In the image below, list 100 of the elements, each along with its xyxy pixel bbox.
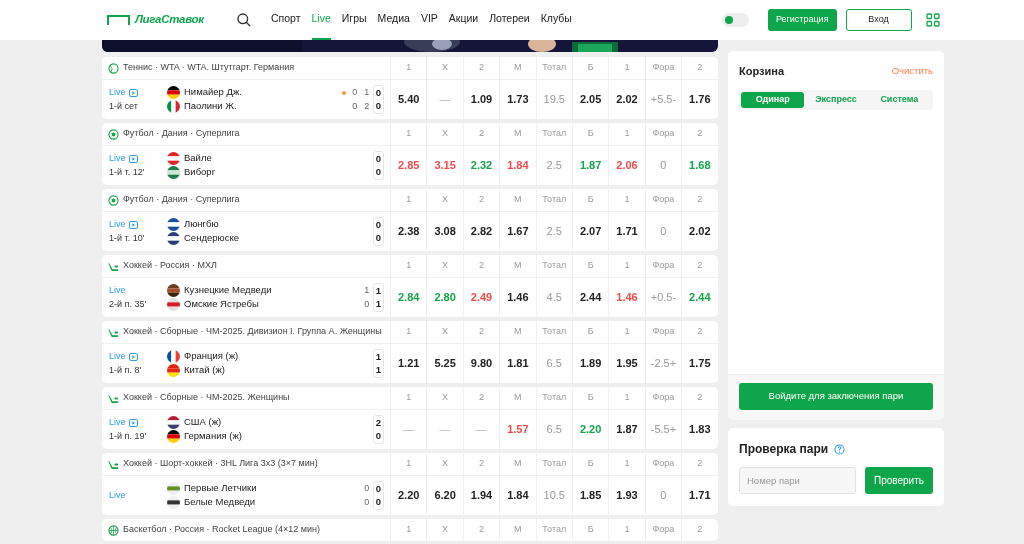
odds-cell[interactable]: 2.80 [426,278,463,317]
odds-cell[interactable]: 0 [644,146,682,185]
nav-link[interactable]: Клубы [540,0,572,40]
odds-cell[interactable]: 1.71 [608,212,645,251]
odds-cell[interactable]: 1.89 [571,344,609,383]
odds-cell[interactable]: — [426,80,463,119]
odds-cell[interactable]: 1.83 [681,410,718,449]
live-label[interactable]: Live [109,416,126,430]
odds-cell[interactable]: 2.44 [681,278,718,317]
odds-cell[interactable]: 1.46 [608,278,645,317]
odds-cell[interactable]: 2.38 [390,212,427,251]
bet-type-tab[interactable]: Одинар [741,91,805,108]
odds-cell[interactable]: 0 [644,476,682,515]
column-header: М [499,57,536,79]
odds-cell[interactable]: +5.5- [644,80,682,119]
grid-menu-icon[interactable] [925,13,940,27]
odds-cell[interactable]: 2.5 [535,146,572,185]
column-header: 1 [390,189,427,211]
odds-cell[interactable]: 2.5 [535,212,572,251]
odds-cell[interactable]: 2.20 [571,410,609,449]
help-icon[interactable] [834,443,846,455]
nav-link[interactable]: VIP [420,0,438,40]
odds-cell[interactable]: 2.20 [390,476,427,515]
odds-cell[interactable]: 2.06 [608,146,645,185]
live-label[interactable]: Live [109,86,126,100]
nav-link[interactable]: Акции [448,0,479,40]
odds-cell[interactable]: 2.32 [462,146,500,185]
live-label[interactable]: Live [109,350,126,364]
check-button[interactable]: Проверить [865,467,933,494]
column-header: 1 [608,189,645,211]
odds-cell[interactable]: 19.5 [535,80,572,119]
live-label[interactable]: Live [109,218,126,232]
odds-cell[interactable]: 6.5 [535,410,572,449]
odds-cell[interactable]: -2.5+ [644,344,682,383]
odds-cell[interactable]: 6.5 [535,344,572,383]
odds-cell[interactable]: 4.5 [535,278,572,317]
video-icon[interactable] [128,418,138,427]
odds-cell[interactable]: 1.87 [608,410,645,449]
odds-cell[interactable]: 2.02 [608,80,645,119]
odds-cell[interactable]: 5.40 [390,80,427,119]
odds-cell[interactable]: 2.05 [571,80,609,119]
odds-cell[interactable]: 1.84 [499,476,536,515]
odds-cell[interactable]: 1.95 [608,344,645,383]
odds-cell[interactable]: 1.73 [499,80,536,119]
live-label[interactable]: Live [109,284,126,298]
bet-type-tab[interactable]: Система [867,91,931,108]
odds-cell[interactable]: 2.82 [462,212,500,251]
odds-cell[interactable]: 2.84 [390,278,427,317]
column-header: 2 [681,321,718,343]
odds-cell[interactable]: 2.44 [571,278,609,317]
odds-cell[interactable]: 0 [644,212,682,251]
video-icon[interactable] [128,88,138,97]
login-button[interactable]: Вход [845,9,912,31]
video-icon[interactable] [128,154,138,163]
nav-link[interactable]: Медиа [377,0,410,40]
odds-cell[interactable]: 1.84 [499,146,536,185]
odds-cell[interactable]: -5.5+ [644,410,682,449]
odds-cell[interactable]: 1.68 [681,146,718,185]
search-icon[interactable] [237,13,251,27]
live-label[interactable]: Live [109,152,126,166]
live-label[interactable]: Live [109,488,126,503]
odds-cell[interactable]: 1.94 [462,476,500,515]
odds-cell[interactable]: 1.75 [681,344,718,383]
clear-link[interactable]: Очистить [891,64,933,79]
odds-cell[interactable]: 1.87 [571,146,609,185]
odds-cell[interactable]: 3.15 [426,146,463,185]
odds-cell[interactable]: 2.02 [681,212,718,251]
odds-cell[interactable]: 1.76 [681,80,718,119]
odds-cell[interactable]: 1.81 [499,344,536,383]
odds-cell[interactable]: — [462,410,500,449]
odds-cell[interactable]: 2.49 [462,278,500,317]
odds-cell[interactable]: 9.80 [462,344,500,383]
bet-type-tab[interactable]: Экспресс [804,91,868,108]
logo-text[interactable]: ЛигаСтавок [135,11,204,29]
odds-cell[interactable]: 1.85 [571,476,609,515]
register-button[interactable]: Регистрация [767,9,837,31]
video-icon[interactable] [128,220,138,229]
odds-cell[interactable]: 1.09 [462,80,500,119]
nav-link[interactable]: Лотереи [489,0,530,40]
odds-cell[interactable]: — [390,410,427,449]
odds-cell[interactable]: 1.21 [390,344,427,383]
login-to-bet-button[interactable]: Войдите для заключения пари [739,383,933,410]
odds-cell[interactable]: 1.46 [499,278,536,317]
odds-cell[interactable]: 1.67 [499,212,536,251]
odds-cell[interactable]: 5.25 [426,344,463,383]
nav-link[interactable]: Спорт [271,0,301,40]
odds-cell[interactable]: 6.20 [426,476,463,515]
odds-cell[interactable]: 2.07 [571,212,609,251]
odds-cell[interactable]: 2.85 [390,146,427,185]
odds-cell[interactable]: +0.5- [644,278,682,317]
nav-link[interactable]: Игры [341,0,367,40]
odds-cell[interactable]: 1.71 [681,476,718,515]
video-icon[interactable] [128,352,138,361]
bet-number-field[interactable]: Номер пари [739,467,856,494]
odds-cell[interactable]: 1.57 [499,410,536,449]
odds-cell[interactable]: 10.5 [535,476,572,515]
odds-cell[interactable]: 3.08 [426,212,463,251]
theme-switch[interactable] [721,13,749,27]
odds-cell[interactable]: — [426,410,463,449]
odds-cell[interactable]: 1.93 [608,476,645,515]
